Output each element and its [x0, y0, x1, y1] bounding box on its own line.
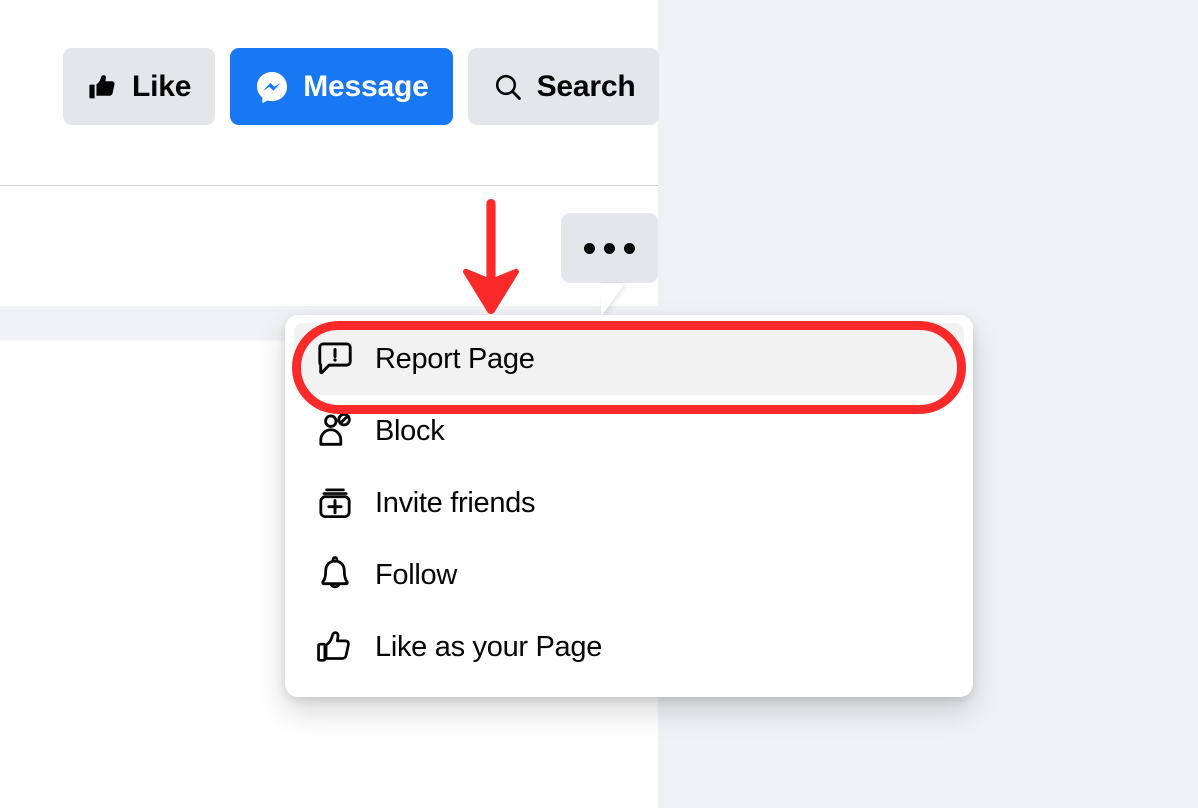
invite-plus-icon — [308, 482, 362, 524]
search-button[interactable]: Search — [467, 48, 660, 125]
more-options-button[interactable] — [561, 213, 658, 283]
three-dots-icon-dot-3 — [624, 242, 635, 254]
profile-action-bar: Like Message Search — [63, 48, 660, 125]
thumbs-up-filled-icon — [87, 71, 119, 103]
search-button-label: Search — [536, 69, 636, 103]
bell-icon — [308, 554, 362, 596]
horizontal-divider — [0, 185, 658, 186]
menu-item-label: Like as your Page — [375, 630, 603, 663]
menu-item-invite-friends[interactable]: Invite friends — [294, 467, 964, 539]
menu-item-report-page[interactable]: Report Page — [294, 323, 964, 395]
menu-item-label: Follow — [375, 558, 457, 591]
message-button[interactable]: Message — [230, 48, 453, 125]
screenshot-root: Like Message Search Report Page Block In… — [0, 0, 1198, 808]
block-person-icon — [308, 410, 362, 452]
message-button-label: Message — [303, 69, 429, 103]
like-button[interactable]: Like — [63, 48, 216, 125]
menu-item-label: Block — [375, 414, 445, 447]
menu-item-follow[interactable]: Follow — [294, 539, 964, 611]
search-icon — [492, 71, 524, 103]
more-options-dropdown: Report Page Block Invite friends Follow … — [285, 315, 973, 697]
thumbs-up-outline-icon — [308, 626, 362, 668]
menu-item-block[interactable]: Block — [294, 395, 964, 467]
messenger-icon — [254, 69, 290, 105]
three-dots-icon-dot-1 — [584, 242, 595, 254]
report-speech-bubble-icon — [308, 338, 362, 380]
menu-item-label: Invite friends — [375, 486, 536, 519]
three-dots-icon-dot-2 — [604, 242, 615, 254]
dropdown-caret — [601, 283, 625, 317]
menu-item-like-as-your-page[interactable]: Like as your Page — [294, 611, 964, 683]
menu-item-label: Report Page — [375, 342, 535, 375]
like-button-label: Like — [132, 69, 192, 103]
